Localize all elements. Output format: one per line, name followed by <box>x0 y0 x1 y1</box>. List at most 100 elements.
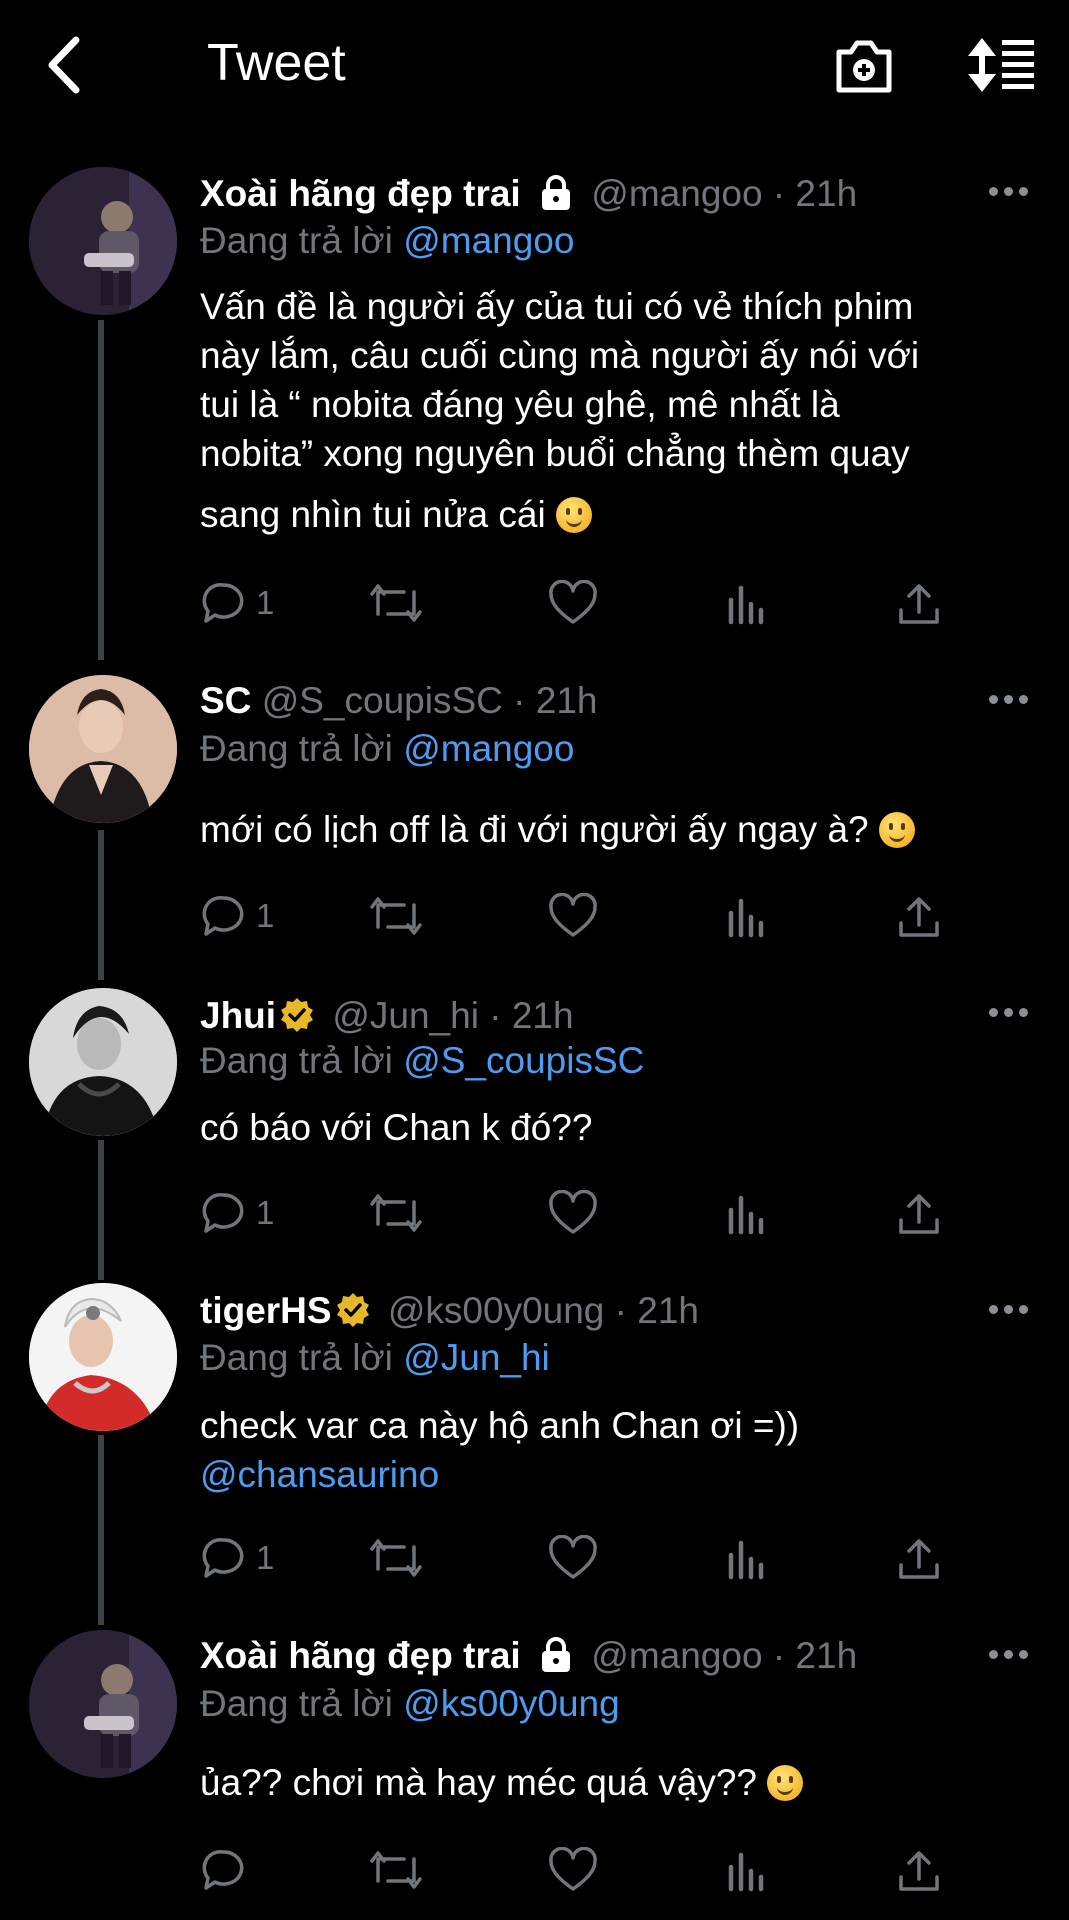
sort-button[interactable] <box>962 30 1036 105</box>
back-button[interactable] <box>40 30 100 100</box>
reply-mention[interactable]: @S_coupisSC <box>403 1040 644 1081</box>
display-name[interactable]: Xoài hãng đẹp trai <box>200 173 521 214</box>
reply-button[interactable]: 1 <box>200 1533 274 1583</box>
more-options-button[interactable] <box>989 1650 1029 1660</box>
retweet-button[interactable] <box>368 1533 424 1583</box>
tweet-actions: 1 <box>200 1188 960 1238</box>
views-button[interactable] <box>725 1188 767 1238</box>
slightly-smiling-emoji-icon <box>767 1765 804 1801</box>
verified-badge-icon <box>334 1291 372 1338</box>
retweet-button[interactable] <box>368 1188 424 1238</box>
more-options-button[interactable] <box>989 1305 1029 1315</box>
share-icon <box>899 1851 939 1891</box>
retweet-icon <box>370 1851 422 1889</box>
handle-time[interactable]: @mangoo · 21h <box>591 1635 857 1676</box>
text-line: check var ca này hộ anh Chan ơi =)) <box>200 1405 800 1446</box>
handle-time[interactable]: @ks00y0ung · 21h <box>388 1290 699 1331</box>
reply-button[interactable] <box>200 1845 256 1895</box>
retweet-button[interactable] <box>368 578 424 628</box>
avatar-image <box>29 1630 177 1778</box>
avatar[interactable] <box>29 1283 177 1431</box>
handle-time[interactable]: @Jun_hi · 21h <box>332 995 573 1036</box>
heart-icon <box>549 1190 597 1234</box>
share-icon <box>899 1539 939 1579</box>
tweet-header: Xoài hãng đẹp trai @mangoo · 21h <box>200 1635 857 1683</box>
display-name[interactable]: Xoài hãng đẹp trai <box>200 1635 521 1676</box>
reply-mention[interactable]: @mangoo <box>403 220 574 261</box>
reply-prefix: Đang trả lời <box>200 1040 393 1081</box>
more-options-button[interactable] <box>989 695 1029 705</box>
text-line: ủa?? chơi mà hay méc quá vậy?? <box>200 1762 757 1803</box>
verified-badge-icon <box>278 996 316 1043</box>
tweet-actions: 1 <box>200 891 960 941</box>
reply-button[interactable]: 1 <box>200 1188 274 1238</box>
text-line: mới có lịch off là đi với người ấy ngay … <box>200 809 869 850</box>
page-title: Tweet <box>207 34 346 92</box>
tweet-header: Xoài hãng đẹp trai @mangoo · 21h <box>200 173 857 221</box>
reply-prefix: Đang trả lời <box>200 1683 393 1724</box>
replying-to: Đang trả lời @mangoo <box>200 220 574 262</box>
like-button[interactable] <box>548 1188 598 1238</box>
handle-time[interactable]: @S_coupisSC · 21h <box>262 680 598 721</box>
views-button[interactable] <box>725 1533 767 1583</box>
avatar[interactable] <box>29 1630 177 1778</box>
display-name[interactable]: SC <box>200 680 251 721</box>
retweet-button[interactable] <box>368 891 424 941</box>
replying-to: Đang trả lời @Jun_hi <box>200 1337 550 1379</box>
reply-count: 1 <box>256 1194 275 1231</box>
handle-time[interactable]: @mangoo · 21h <box>591 173 857 214</box>
reply-icon <box>202 1850 244 1890</box>
share-button[interactable] <box>897 1188 941 1238</box>
text-mention[interactable]: @chansaurino <box>200 1450 1030 1499</box>
text-line: sang nhìn tui nửa cái <box>200 494 546 535</box>
thread-connector <box>98 320 104 660</box>
display-name[interactable]: tigerHS <box>200 1290 332 1331</box>
reply-mention[interactable]: @Jun_hi <box>403 1337 550 1378</box>
views-button[interactable] <box>725 1845 767 1895</box>
thread-connector <box>98 1435 104 1625</box>
heart-icon <box>549 580 597 624</box>
like-button[interactable] <box>548 578 598 628</box>
reply-prefix: Đang trả lời <box>200 220 393 261</box>
text-line: tui là “ nobita đáng yêu ghê, mê nhất là <box>200 384 840 425</box>
display-name[interactable]: Jhui <box>200 995 276 1036</box>
camera-plus-icon <box>836 40 892 93</box>
like-button[interactable] <box>548 1533 598 1583</box>
reply-count: 1 <box>256 584 275 621</box>
more-options-button[interactable] <box>989 1008 1029 1018</box>
share-button[interactable] <box>897 1533 941 1583</box>
reply-mention[interactable]: @mangoo <box>403 728 574 769</box>
camera-add-button[interactable] <box>833 30 895 105</box>
analytics-icon <box>728 1195 764 1235</box>
chevron-left-icon <box>48 36 80 94</box>
avatar[interactable] <box>29 675 177 823</box>
tweet-text: check var ca này hộ anh Chan ơi =)) @cha… <box>200 1401 1030 1499</box>
tweet-actions: 1 <box>200 578 960 628</box>
avatar[interactable] <box>29 988 177 1136</box>
reply-button[interactable]: 1 <box>200 578 274 628</box>
avatar-image <box>29 1283 177 1431</box>
avatar-image <box>29 988 177 1136</box>
thread-connector <box>98 830 104 980</box>
reply-button[interactable]: 1 <box>200 891 274 941</box>
retweet-icon <box>370 897 422 935</box>
replying-to: Đang trả lời @ks00y0ung <box>200 1683 620 1725</box>
reply-mention[interactable]: @ks00y0ung <box>403 1683 620 1724</box>
like-button[interactable] <box>548 891 598 941</box>
heart-icon <box>549 1535 597 1579</box>
thread-connector <box>98 1140 104 1280</box>
heart-icon <box>549 893 597 937</box>
tweet-text: Vấn đề là người ấy của tui có vẻ thích p… <box>200 282 1030 539</box>
share-button[interactable] <box>897 891 941 941</box>
share-button[interactable] <box>897 1845 941 1895</box>
share-button[interactable] <box>897 578 941 628</box>
views-button[interactable] <box>725 891 767 941</box>
more-options-button[interactable] <box>989 187 1029 197</box>
views-button[interactable] <box>725 578 767 628</box>
retweet-button[interactable] <box>368 1845 424 1895</box>
lock-icon <box>537 174 575 221</box>
replying-to: Đang trả lời @mangoo <box>200 728 574 770</box>
analytics-icon <box>728 1852 764 1892</box>
avatar[interactable] <box>29 167 177 315</box>
like-button[interactable] <box>548 1845 598 1895</box>
